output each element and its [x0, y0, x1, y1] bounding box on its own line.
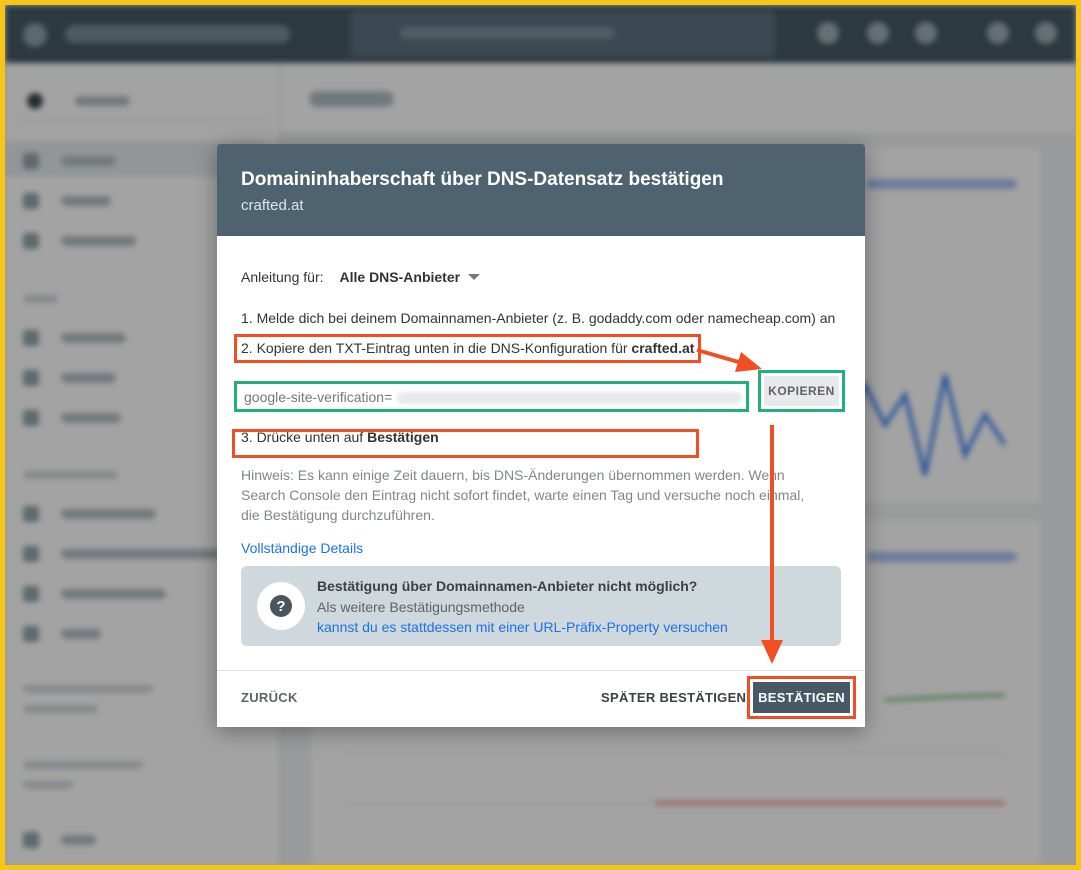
dialog-title: Domaininhaberschaft über DNS-Datensatz b… — [241, 169, 724, 190]
verify-later-button[interactable]: SPÄTER BESTÄTIGEN — [601, 690, 746, 705]
back-button[interactable]: ZURÜCK — [241, 690, 298, 705]
step-3-prefix: 3. Drücke unten auf — [241, 429, 368, 445]
dialog-subtitle: crafted.at — [241, 197, 304, 214]
confirm-button[interactable]: BESTÄTIGEN — [753, 682, 850, 713]
txt-record-field[interactable]: google-site-verification= — [234, 381, 749, 412]
step-2-prefix: 2. Kopiere den TXT-Eintrag unten in die … — [241, 340, 632, 356]
step-2-text: 2. Kopiere den TXT-Eintrag unten in die … — [241, 340, 694, 356]
dialog-footer: ZURÜCK SPÄTER BESTÄTIGEN BESTÄTIGEN — [217, 670, 865, 727]
full-details-link[interactable]: Vollständige Details — [241, 540, 363, 556]
url-prefix-link[interactable]: kannst du es stattdessen mit einer URL-P… — [317, 619, 728, 635]
txt-record-value: google-site-verification= — [244, 389, 393, 405]
step-3-bold: Bestätigen — [367, 429, 439, 445]
alternative-subtitle: Als weitere Bestätigungsmethode — [317, 599, 525, 615]
question-icon: ? — [270, 595, 292, 617]
dialog-content: 2. Kopiere den TXT-Eintrag unten in die … — [217, 236, 865, 670]
confirm-highlight: BESTÄTIGEN — [747, 676, 856, 719]
step-3-text: 3. Drücke unten auf Bestätigen — [241, 429, 439, 445]
screenshot-frame: Domaininhaberschaft über DNS-Datensatz b… — [5, 5, 1076, 865]
hint-text: Hinweis: Es kann einige Zeit dauern, bis… — [241, 467, 805, 523]
step-2-domain: crafted.at — [631, 340, 695, 356]
copy-button[interactable]: KOPIEREN — [764, 376, 839, 406]
alternative-method-box: ? Bestätigung über Domainnamen-Anbieter … — [241, 566, 841, 646]
redacted-token — [397, 392, 742, 404]
dialog-header: Domaininhaberschaft über DNS-Datensatz b… — [217, 144, 865, 236]
question-icon-circle: ? — [257, 582, 305, 630]
alternative-title: Bestätigung über Domainnamen-Anbieter ni… — [317, 578, 698, 594]
copy-highlight: KOPIEREN — [758, 370, 845, 412]
